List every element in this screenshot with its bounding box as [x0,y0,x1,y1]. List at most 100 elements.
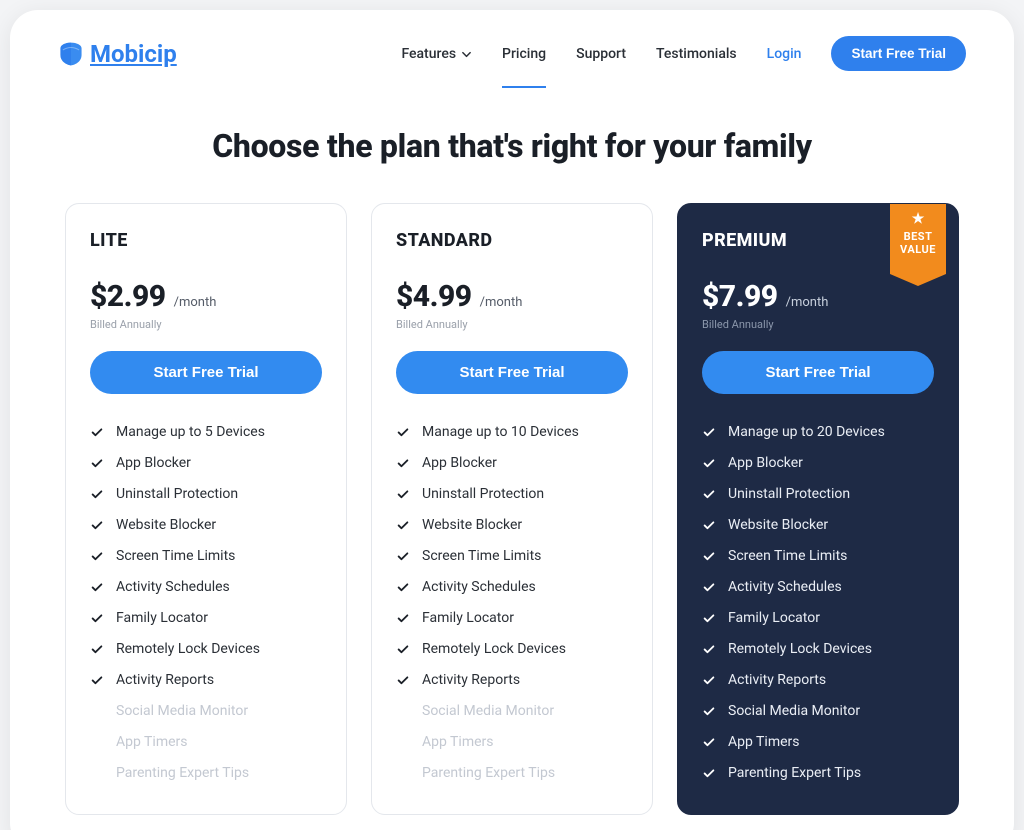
plan-cta-label: Start Free Trial [765,364,870,381]
feature-label: Remotely Lock Devices [116,641,260,657]
feature-item: Manage up to 20 Devices [702,416,934,447]
feature-item: Screen Time Limits [90,540,322,571]
feature-label: Activity Reports [422,672,520,688]
nav-pricing-label: Pricing [502,46,546,62]
feature-item: Activity Schedules [90,571,322,602]
check-icon [90,518,104,532]
price-amount: $4.99 [396,279,472,314]
feature-label: Social Media Monitor [728,703,860,719]
feature-item: Family Locator [702,602,934,633]
feature-label: Website Blocker [422,517,522,533]
feature-item: Website Blocker [396,509,628,540]
check-icon [702,487,716,501]
price-period: /month [480,295,523,310]
page-title: Choose the plan that's right for your fa… [58,127,966,165]
star-icon: ★ [890,212,946,226]
pricing-grid: LITE $2.99/month Billed Annually Start Free… [58,203,966,815]
feature-item: Uninstall Protection [90,478,322,509]
feature-label: App Timers [422,734,493,750]
chevron-down-icon [461,48,472,59]
plan-name: STANDARD [396,230,628,251]
feature-item: Website Blocker [702,509,934,540]
plan-cta-button[interactable]: Start Free Trial [396,351,628,394]
feature-item: Manage up to 5 Devices [90,416,322,447]
check-icon [396,456,410,470]
check-icon [396,425,410,439]
check-icon [702,549,716,563]
price-amount: $2.99 [90,279,166,314]
check-icon [396,518,410,532]
feature-item: Activity Reports [90,664,322,695]
nav-support[interactable]: Support [576,40,626,68]
feature-label: Uninstall Protection [728,486,850,502]
site-header: Mobicip Features Pricing Support Testimo… [58,30,966,85]
check-icon [396,580,410,594]
feature-item: Manage up to 10 Devices [396,416,628,447]
check-icon [702,642,716,656]
billed-note: Billed Annually [396,318,628,331]
feature-label: App Blocker [422,455,497,471]
page-frame: Mobicip Features Pricing Support Testimo… [10,10,1014,830]
feature-label: Website Blocker [116,517,216,533]
feature-item: Family Locator [90,602,322,633]
feature-item: Social Media Monitor [702,695,934,726]
check-icon [90,580,104,594]
plan-premium: ★BESTVALUEPREMIUM$7.99/monthBilled Annua… [677,203,959,815]
brand-logo[interactable]: Mobicip [58,40,177,68]
price-period: /month [174,295,217,310]
feature-item: Remotely Lock Devices [702,633,934,664]
feature-label: App Blocker [728,455,803,471]
feature-label: App Blocker [116,455,191,471]
plan-name: LITE [90,230,322,251]
plan-cta-button[interactable]: Start Free Trial [702,351,934,394]
check-icon [90,487,104,501]
price-row: $2.99/month [90,279,322,314]
nav-testimonials[interactable]: Testimonials [656,40,737,68]
check-icon [702,611,716,625]
check-icon [702,704,716,718]
feature-item: Website Blocker [90,509,322,540]
feature-item: App Timers [90,726,322,757]
feature-item: Uninstall Protection [702,478,934,509]
nav-features[interactable]: Features [401,40,472,68]
header-cta-label: Start Free Trial [851,46,946,61]
feature-item: Parenting Expert Tips [702,757,934,788]
feature-label: Website Blocker [728,517,828,533]
feature-label: Screen Time Limits [422,548,541,564]
check-icon [702,425,716,439]
check-icon [702,580,716,594]
feature-label: Uninstall Protection [116,486,238,502]
best-value-badge: ★BESTVALUE [890,204,946,274]
price-row: $4.99/month [396,279,628,314]
check-icon [90,673,104,687]
nav-login[interactable]: Login [767,40,802,68]
check-icon [702,518,716,532]
plan-cta-button[interactable]: Start Free Trial [90,351,322,394]
feature-item: Screen Time Limits [702,540,934,571]
feature-label: Remotely Lock Devices [422,641,566,657]
check-icon [396,487,410,501]
feature-item: Remotely Lock Devices [396,633,628,664]
feature-item: Social Media Monitor [90,695,322,726]
feature-list: Manage up to 10 DevicesApp BlockerUninst… [396,416,628,788]
check-icon [702,766,716,780]
badge-line2: VALUE [890,243,946,256]
feature-label: Manage up to 5 Devices [116,424,265,440]
feature-item: Activity Reports [702,664,934,695]
check-icon [396,549,410,563]
feature-label: App Timers [728,734,799,750]
billed-note: Billed Annually [90,318,322,331]
feature-item: App Timers [396,726,628,757]
header-cta-button[interactable]: Start Free Trial [831,36,966,71]
feature-label: Screen Time Limits [116,548,235,564]
feature-label: App Timers [116,734,187,750]
feature-label: Family Locator [728,610,820,626]
feature-label: Parenting Expert Tips [422,765,555,781]
check-icon [90,642,104,656]
feature-label: Remotely Lock Devices [728,641,872,657]
billed-note: Billed Annually [702,318,934,331]
check-icon [702,735,716,749]
check-icon [396,673,410,687]
brand-logo-icon [58,41,84,67]
nav-pricing[interactable]: Pricing [502,40,546,68]
